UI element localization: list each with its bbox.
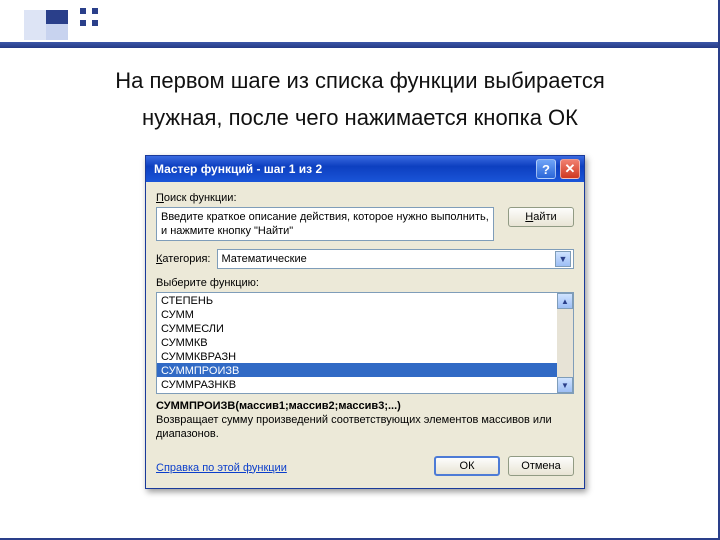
category-label: Категория: [156,253,211,265]
category-select[interactable]: Математические ▼ [217,249,575,269]
scrollbar[interactable]: ▲ ▼ [557,293,573,393]
list-item[interactable]: СУММ [157,307,573,321]
function-listbox[interactable]: СТЕПЕНЬ СУММ СУММЕСЛИ СУММКВ СУММКВРАЗН … [156,292,574,394]
slide-stripe [0,42,720,48]
function-syntax: СУММПРОИЗВ(массив1;массив2;массив3;...) [156,400,574,412]
scroll-up-icon[interactable]: ▲ [557,293,573,309]
list-item-selected[interactable]: СУММПРОИЗВ [157,363,573,377]
function-wizard-dialog: Мастер функций - шаг 1 из 2 ? ✕ Поиск фу… [145,155,585,489]
titlebar[interactable]: Мастер функций - шаг 1 из 2 ? ✕ [146,156,584,182]
slide-decoration [24,10,72,40]
search-label: Поиск функции: [156,192,574,204]
list-item[interactable]: СУММЕСЛИ [157,321,573,335]
category-value: Математические [222,253,307,265]
chevron-down-icon[interactable]: ▼ [555,251,571,267]
list-item[interactable]: СУММКВ [157,335,573,349]
list-item[interactable]: СУММКВРАЗН [157,349,573,363]
ok-button[interactable]: ОК [434,456,500,476]
list-item[interactable]: СТЕПЕНЬ [157,293,573,307]
scroll-down-icon[interactable]: ▼ [557,377,573,393]
caption-line-2: нужная, после чего нажимается кнопка ОК [142,105,578,130]
close-button[interactable]: ✕ [560,159,580,179]
select-function-label: Выберите функцию: [156,277,574,289]
slide-decoration-dots [80,8,98,26]
help-link[interactable]: Справка по этой функции [156,462,287,474]
slide-caption: На первом шаге из списка функции выбирае… [40,62,680,137]
list-item[interactable]: СУММРАЗНКВ [157,377,573,391]
function-description: Возвращает сумму произведений соответств… [156,414,574,442]
dialog-title: Мастер функций - шаг 1 из 2 [154,162,322,176]
scroll-track[interactable] [557,309,573,377]
cancel-button[interactable]: Отмена [508,456,574,476]
caption-line-1: На первом шаге из списка функции выбирае… [115,68,604,93]
help-button[interactable]: ? [536,159,556,179]
find-button[interactable]: Найти [508,207,574,227]
search-input[interactable]: Введите краткое описание действия, котор… [156,207,494,241]
